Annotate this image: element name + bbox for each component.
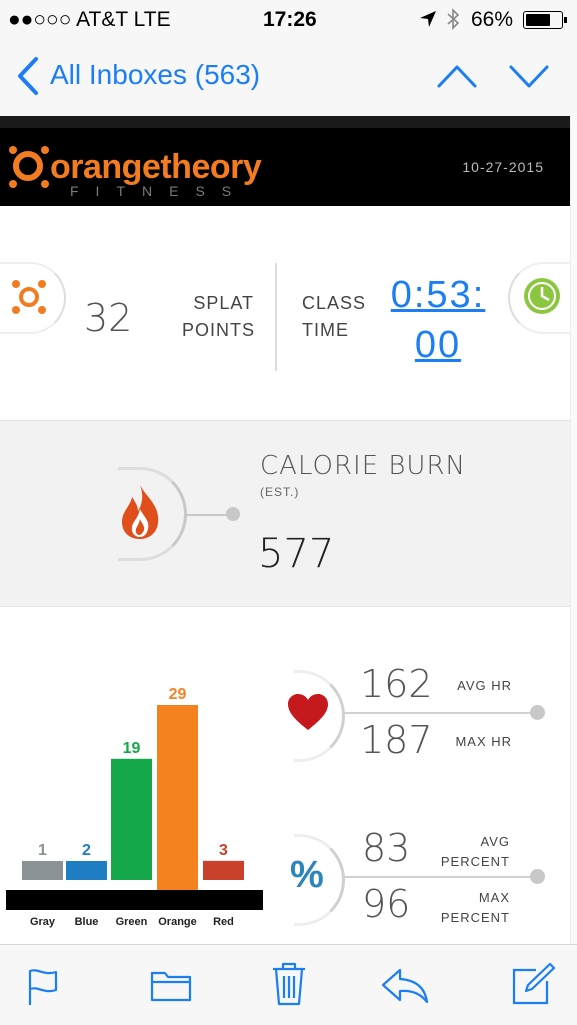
avg-hr-value: 162	[360, 662, 433, 706]
max-hr-value: 187	[360, 718, 433, 762]
flag-icon[interactable]	[24, 967, 62, 1007]
bar-green	[111, 758, 152, 880]
location-icon	[420, 11, 436, 27]
bar-value-green: 19	[123, 740, 141, 757]
bar-label-red: Red	[213, 916, 234, 928]
class-time-link[interactable]: 0:53: 00	[386, 270, 490, 370]
clock: 17:26	[263, 8, 317, 31]
calorie-value: 577	[258, 531, 335, 577]
navigation-bar: All Inboxes (563)	[0, 38, 577, 116]
bar-label-green: Green	[116, 916, 148, 928]
avg-hr-label: AVG HR	[457, 678, 512, 693]
chart-baseline	[6, 890, 263, 910]
hr-ring	[294, 670, 345, 762]
avg-percent-label: AVG PERCENT	[440, 834, 510, 869]
back-chevron-icon[interactable]	[14, 56, 40, 96]
bar-red	[203, 860, 244, 880]
bar-gray	[22, 861, 63, 880]
percent-divider	[342, 876, 534, 878]
flame-icon	[122, 485, 159, 539]
carrier-label: ●●○○○ AT&T LTE	[8, 8, 171, 31]
splat-points-value: 32	[84, 296, 133, 340]
stat-divider	[275, 263, 277, 371]
bar-label-orange: Orange	[158, 916, 197, 928]
battery-percent: 66%	[471, 8, 514, 31]
bar-label-blue: Blue	[75, 916, 99, 928]
bar-value-gray: 1	[38, 842, 47, 859]
trash-icon[interactable]	[270, 961, 308, 1007]
calorie-title: CALORIE BURN	[260, 451, 466, 481]
bar-value-blue: 2	[82, 842, 91, 859]
avg-percent-value: 83	[362, 826, 411, 870]
hr-divider	[342, 712, 534, 714]
orangetheory-logo-icon	[9, 146, 49, 188]
class-time-label: CLASS TIME	[302, 293, 367, 340]
bar-value-red: 3	[219, 842, 228, 859]
next-message-icon[interactable]	[508, 62, 550, 90]
email-header: orangetheory FITNESS 10-27-2015	[0, 128, 570, 206]
percent-icon: %	[290, 854, 324, 896]
bluetooth-icon	[447, 8, 460, 30]
calorie-connector-dot	[226, 507, 240, 521]
compose-icon[interactable]	[510, 961, 556, 1007]
max-percent-value: 96	[362, 882, 411, 926]
battery-icon	[523, 11, 567, 29]
workout-date: 10-27-2015	[462, 159, 544, 175]
back-button[interactable]: All Inboxes (563)	[50, 59, 260, 91]
bar-label-gray: Gray	[30, 916, 56, 928]
header-divider	[0, 116, 577, 128]
max-percent-label: MAX PERCENT	[440, 890, 510, 925]
bar-blue	[66, 861, 107, 880]
bar-orange	[157, 705, 198, 890]
bar-value-orange: 29	[169, 686, 187, 703]
folder-icon[interactable]	[149, 967, 193, 1003]
percent-divider-dot	[530, 869, 545, 884]
hr-divider-dot	[530, 705, 545, 720]
logo-wordmark: orangetheory	[50, 148, 262, 186]
heart-zone-chart: 1 Gray 2 Blue 19 Green 29 Orange 3 Red	[6, 686, 263, 928]
scroll-gutter	[570, 116, 577, 944]
calorie-connector	[186, 514, 230, 516]
bottom-toolbar	[0, 944, 577, 1025]
max-hr-label: MAX HR	[455, 734, 512, 749]
calorie-est-label: (EST.)	[260, 485, 300, 499]
calorie-section: CALORIE BURN (EST.) 577	[0, 420, 570, 607]
clock-icon	[524, 278, 560, 314]
logo-subtitle: FITNESS	[70, 183, 249, 199]
reply-icon[interactable]	[380, 967, 430, 1005]
splat-icon	[12, 280, 46, 314]
previous-message-icon[interactable]	[436, 62, 478, 90]
status-bar: ●●○○○ AT&T LTE 17:26 66%	[0, 0, 577, 38]
splat-points-label: SPLAT POINTS	[182, 293, 256, 340]
